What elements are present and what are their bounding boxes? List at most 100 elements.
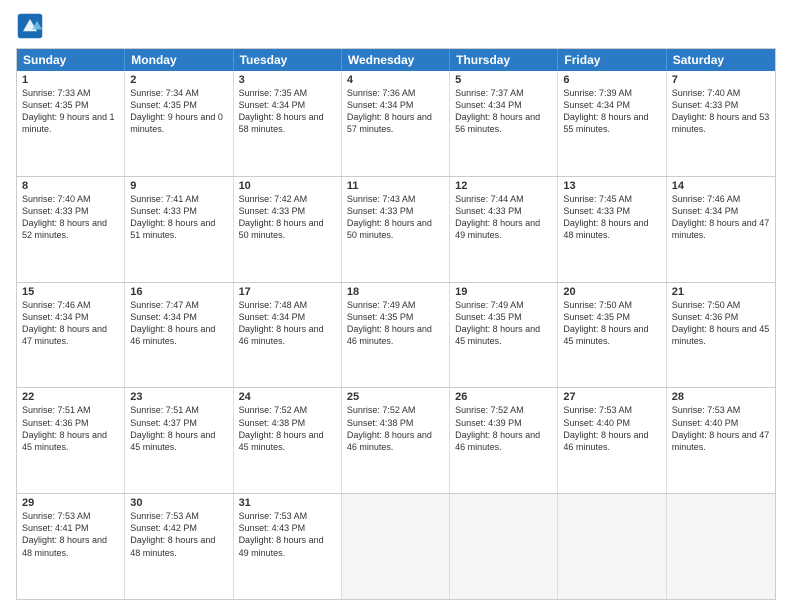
day-info: Sunrise: 7:39 AM Sunset: 4:34 PM Dayligh… [563,87,660,136]
day-cell-29: 29Sunrise: 7:53 AM Sunset: 4:41 PM Dayli… [17,494,125,599]
day-info: Sunrise: 7:46 AM Sunset: 4:34 PM Dayligh… [672,193,770,242]
day-info: Sunrise: 7:50 AM Sunset: 4:36 PM Dayligh… [672,299,770,348]
day-info: Sunrise: 7:46 AM Sunset: 4:34 PM Dayligh… [22,299,119,348]
day-number: 16 [130,286,227,298]
day-cell-16: 16Sunrise: 7:47 AM Sunset: 4:34 PM Dayli… [125,283,233,388]
day-cell-15: 15Sunrise: 7:46 AM Sunset: 4:34 PM Dayli… [17,283,125,388]
day-info: Sunrise: 7:43 AM Sunset: 4:33 PM Dayligh… [347,193,444,242]
day-info: Sunrise: 7:53 AM Sunset: 4:40 PM Dayligh… [672,404,770,453]
day-cell-14: 14Sunrise: 7:46 AM Sunset: 4:34 PM Dayli… [667,177,775,282]
day-info: Sunrise: 7:36 AM Sunset: 4:34 PM Dayligh… [347,87,444,136]
day-cell-21: 21Sunrise: 7:50 AM Sunset: 4:36 PM Dayli… [667,283,775,388]
day-cell-31: 31Sunrise: 7:53 AM Sunset: 4:43 PM Dayli… [234,494,342,599]
day-number: 24 [239,391,336,403]
day-cell-24: 24Sunrise: 7:52 AM Sunset: 4:38 PM Dayli… [234,388,342,493]
day-header-monday: Monday [125,49,233,71]
day-info: Sunrise: 7:51 AM Sunset: 4:37 PM Dayligh… [130,404,227,453]
day-info: Sunrise: 7:40 AM Sunset: 4:33 PM Dayligh… [22,193,119,242]
day-info: Sunrise: 7:40 AM Sunset: 4:33 PM Dayligh… [672,87,770,136]
day-header-thursday: Thursday [450,49,558,71]
day-cell-9: 9Sunrise: 7:41 AM Sunset: 4:33 PM Daylig… [125,177,233,282]
day-number: 23 [130,391,227,403]
page: SundayMondayTuesdayWednesdayThursdayFrid… [0,0,792,612]
day-info: Sunrise: 7:53 AM Sunset: 4:43 PM Dayligh… [239,510,336,559]
day-info: Sunrise: 7:52 AM Sunset: 4:38 PM Dayligh… [239,404,336,453]
day-cell-26: 26Sunrise: 7:52 AM Sunset: 4:39 PM Dayli… [450,388,558,493]
day-info: Sunrise: 7:52 AM Sunset: 4:38 PM Dayligh… [347,404,444,453]
day-number: 14 [672,180,770,192]
day-cell-27: 27Sunrise: 7:53 AM Sunset: 4:40 PM Dayli… [558,388,666,493]
header [16,12,776,40]
day-number: 13 [563,180,660,192]
logo [16,12,48,40]
day-cell-5: 5Sunrise: 7:37 AM Sunset: 4:34 PM Daylig… [450,71,558,176]
calendar-body: 1Sunrise: 7:33 AM Sunset: 4:35 PM Daylig… [17,71,775,599]
day-number: 31 [239,497,336,509]
week-row-4: 22Sunrise: 7:51 AM Sunset: 4:36 PM Dayli… [17,387,775,493]
day-number: 6 [563,74,660,86]
day-cell-8: 8Sunrise: 7:40 AM Sunset: 4:33 PM Daylig… [17,177,125,282]
calendar: SundayMondayTuesdayWednesdayThursdayFrid… [16,48,776,600]
calendar-header: SundayMondayTuesdayWednesdayThursdayFrid… [17,49,775,71]
day-header-friday: Friday [558,49,666,71]
day-number: 17 [239,286,336,298]
week-row-2: 8Sunrise: 7:40 AM Sunset: 4:33 PM Daylig… [17,176,775,282]
day-number: 2 [130,74,227,86]
day-number: 7 [672,74,770,86]
day-number: 29 [22,497,119,509]
day-number: 22 [22,391,119,403]
day-info: Sunrise: 7:53 AM Sunset: 4:41 PM Dayligh… [22,510,119,559]
day-info: Sunrise: 7:47 AM Sunset: 4:34 PM Dayligh… [130,299,227,348]
day-cell-19: 19Sunrise: 7:49 AM Sunset: 4:35 PM Dayli… [450,283,558,388]
day-number: 9 [130,180,227,192]
empty-cell [558,494,666,599]
day-cell-3: 3Sunrise: 7:35 AM Sunset: 4:34 PM Daylig… [234,71,342,176]
day-cell-12: 12Sunrise: 7:44 AM Sunset: 4:33 PM Dayli… [450,177,558,282]
day-number: 5 [455,74,552,86]
day-cell-22: 22Sunrise: 7:51 AM Sunset: 4:36 PM Dayli… [17,388,125,493]
day-info: Sunrise: 7:45 AM Sunset: 4:33 PM Dayligh… [563,193,660,242]
day-number: 8 [22,180,119,192]
day-number: 20 [563,286,660,298]
day-header-sunday: Sunday [17,49,125,71]
day-number: 27 [563,391,660,403]
day-cell-1: 1Sunrise: 7:33 AM Sunset: 4:35 PM Daylig… [17,71,125,176]
day-cell-4: 4Sunrise: 7:36 AM Sunset: 4:34 PM Daylig… [342,71,450,176]
logo-icon [16,12,44,40]
day-cell-7: 7Sunrise: 7:40 AM Sunset: 4:33 PM Daylig… [667,71,775,176]
day-cell-20: 20Sunrise: 7:50 AM Sunset: 4:35 PM Dayli… [558,283,666,388]
day-cell-25: 25Sunrise: 7:52 AM Sunset: 4:38 PM Dayli… [342,388,450,493]
day-number: 4 [347,74,444,86]
day-number: 28 [672,391,770,403]
week-row-1: 1Sunrise: 7:33 AM Sunset: 4:35 PM Daylig… [17,71,775,176]
day-header-saturday: Saturday [667,49,775,71]
day-info: Sunrise: 7:33 AM Sunset: 4:35 PM Dayligh… [22,87,119,136]
day-cell-10: 10Sunrise: 7:42 AM Sunset: 4:33 PM Dayli… [234,177,342,282]
day-info: Sunrise: 7:42 AM Sunset: 4:33 PM Dayligh… [239,193,336,242]
empty-cell [450,494,558,599]
day-number: 25 [347,391,444,403]
day-number: 3 [239,74,336,86]
week-row-5: 29Sunrise: 7:53 AM Sunset: 4:41 PM Dayli… [17,493,775,599]
day-number: 1 [22,74,119,86]
day-info: Sunrise: 7:49 AM Sunset: 4:35 PM Dayligh… [455,299,552,348]
day-info: Sunrise: 7:35 AM Sunset: 4:34 PM Dayligh… [239,87,336,136]
day-cell-11: 11Sunrise: 7:43 AM Sunset: 4:33 PM Dayli… [342,177,450,282]
day-cell-23: 23Sunrise: 7:51 AM Sunset: 4:37 PM Dayli… [125,388,233,493]
day-info: Sunrise: 7:50 AM Sunset: 4:35 PM Dayligh… [563,299,660,348]
day-number: 19 [455,286,552,298]
day-info: Sunrise: 7:53 AM Sunset: 4:40 PM Dayligh… [563,404,660,453]
day-info: Sunrise: 7:34 AM Sunset: 4:35 PM Dayligh… [130,87,227,136]
day-number: 15 [22,286,119,298]
day-number: 12 [455,180,552,192]
day-number: 30 [130,497,227,509]
day-header-tuesday: Tuesday [234,49,342,71]
day-header-wednesday: Wednesday [342,49,450,71]
day-info: Sunrise: 7:37 AM Sunset: 4:34 PM Dayligh… [455,87,552,136]
day-info: Sunrise: 7:49 AM Sunset: 4:35 PM Dayligh… [347,299,444,348]
day-cell-28: 28Sunrise: 7:53 AM Sunset: 4:40 PM Dayli… [667,388,775,493]
day-info: Sunrise: 7:41 AM Sunset: 4:33 PM Dayligh… [130,193,227,242]
day-number: 26 [455,391,552,403]
day-info: Sunrise: 7:51 AM Sunset: 4:36 PM Dayligh… [22,404,119,453]
day-info: Sunrise: 7:48 AM Sunset: 4:34 PM Dayligh… [239,299,336,348]
